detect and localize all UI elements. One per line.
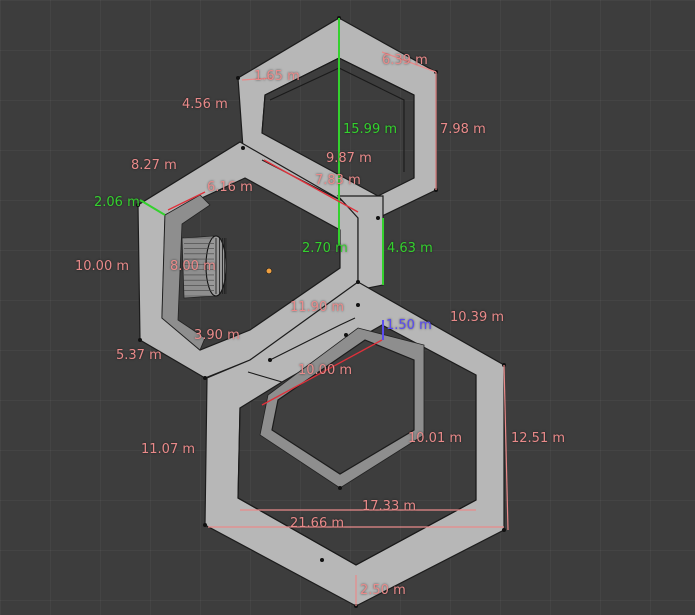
measure-label: 2.06 m (94, 195, 140, 210)
measure-label: 7.83 m (315, 173, 361, 188)
measure-label: 15.99 m (343, 122, 398, 137)
measure-label: 6.16 m (207, 180, 253, 195)
measure-label: 10.00 m (75, 259, 130, 274)
measure-label: 1.50 m (386, 318, 432, 333)
measure-label: 11.07 m (141, 442, 196, 457)
measure-label: 7.98 m (440, 122, 486, 137)
measure-label: 10.00 m (298, 363, 353, 378)
measure-label: 12.51 m (511, 431, 566, 446)
measure-label: 4.56 m (182, 97, 228, 112)
measure-label: 17.33 m (362, 499, 417, 514)
measure-label: 1.65 m (254, 69, 300, 84)
measure-label: 8.27 m (131, 158, 177, 173)
measure-label: 3.90 m (194, 328, 240, 343)
measure-label: 2.50 m (360, 583, 406, 598)
3d-viewport[interactable]: 1.65 m 6.39 m 4.56 m 15.99 m 7.98 m 9.87… (0, 0, 695, 615)
measure-label: 6.39 m (382, 53, 428, 68)
measure-label: 21.66 m (290, 516, 345, 531)
measure-label: 8.00 m (170, 259, 216, 274)
measure-label: 4.63 m (387, 241, 433, 256)
mesh-canvas[interactable] (0, 0, 695, 615)
measure-label: 9.87 m (326, 151, 372, 166)
origin-point (265, 267, 273, 275)
measure-label: 10.01 m (408, 431, 463, 446)
measure-label: 10.39 m (450, 310, 505, 325)
measure-label: 11.90 m (290, 300, 345, 315)
measure-label: 5.37 m (116, 348, 162, 363)
measure-label: 2.70 m (302, 241, 348, 256)
